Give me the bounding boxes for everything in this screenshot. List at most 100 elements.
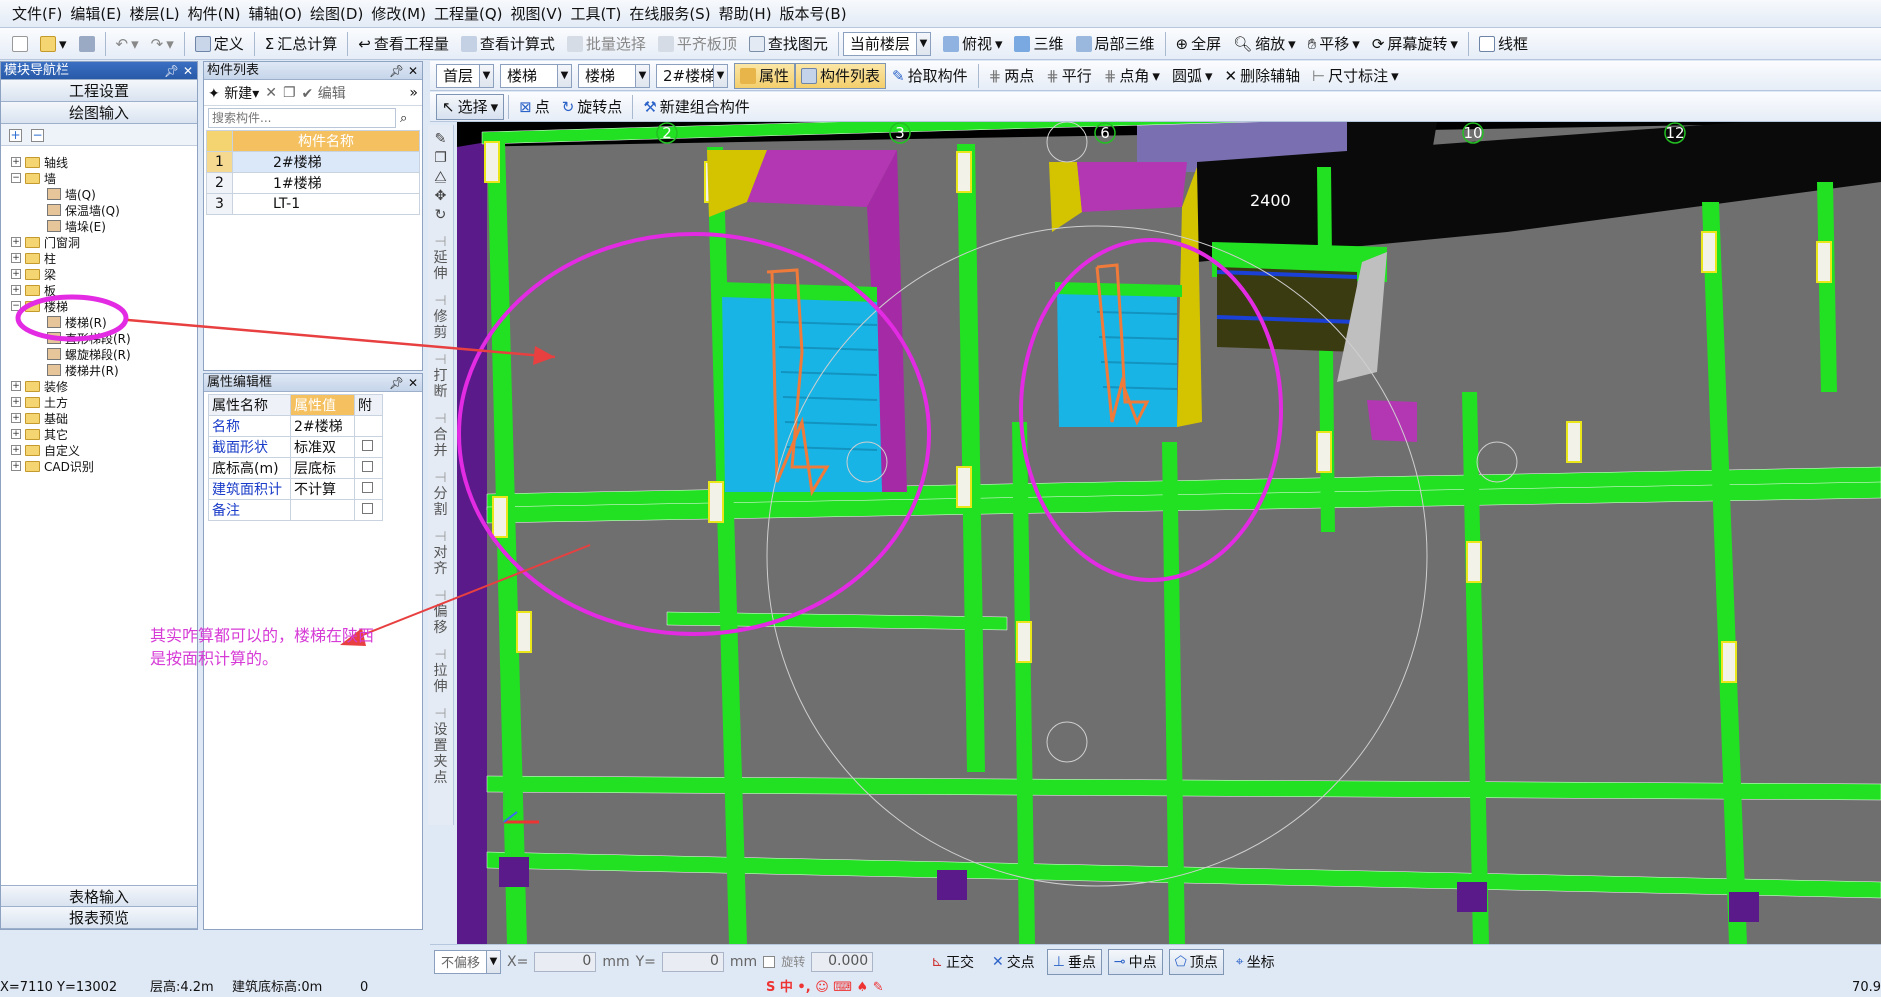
tree-item[interactable]: − 墙 [11,170,56,186]
tree-item[interactable]: + CAD识别 [11,458,94,474]
pencil-icon[interactable]: ✎ [431,131,451,147]
checkbox[interactable] [362,440,373,451]
expand-icon[interactable]: − [11,301,21,311]
view-formula-button[interactable]: 查看计算式 [455,31,561,57]
offset-mode-dropdown[interactable]: 不偏移 ▼ [434,949,502,974]
align-slab-button[interactable]: 平齐板顶 [652,31,743,57]
menu-version[interactable]: 版本号(B) [776,0,851,28]
batch-select-button[interactable]: 批量选择 [561,31,652,57]
local-3d-button[interactable]: 局部三维 [1070,31,1161,57]
x-input[interactable]: 0 [534,951,597,972]
tree-item[interactable]: + 轴线 [11,154,68,170]
menu-modify[interactable]: 修改(M) [367,0,430,28]
tree-item[interactable]: + 梁 [11,266,56,282]
find-elem-button[interactable]: 查找图元 [743,31,834,57]
prop-value[interactable]: 不计算 [290,478,355,500]
tree-item[interactable]: − 楼梯 [11,298,68,314]
expand-icon[interactable]: − [11,173,21,183]
prop-value[interactable]: 层底标 [290,457,355,479]
save-button[interactable] [73,31,101,57]
mirror-icon[interactable]: ⧋ [431,169,451,185]
modify-tool-button[interactable]: ⊣ 分割 [431,470,451,518]
prop-value[interactable] [290,499,355,521]
edit-button[interactable]: ✔ 编辑 [302,83,346,103]
expand-icon[interactable]: + [11,429,21,439]
move-icon[interactable]: ✥ [431,188,451,204]
prop-value[interactable]: 2#楼梯 [290,415,355,437]
snap-perpendicular-button[interactable]: ⊥ 垂点 [1046,948,1102,975]
tree-item[interactable]: + 基础 [11,410,68,426]
checkbox[interactable] [362,461,373,472]
snap-ortho-button[interactable]: ⊾ 正交 [925,949,980,975]
tree-item[interactable]: 直形梯段(R) [47,330,131,346]
tree-item[interactable]: 墙垛(E) [47,218,106,234]
menu-tools[interactable]: 工具(T) [566,0,625,28]
expand-icon[interactable]: + [11,413,21,423]
property-row[interactable]: 建筑面积计 不计算 [208,478,383,500]
view-qty-button[interactable]: ↩ 查看工程量 [352,31,455,57]
drawing-input-button[interactable]: 绘图输入 [1,102,197,124]
modify-tool-button[interactable]: ⊣ 对齐 [431,529,451,577]
copy-icon[interactable]: ❐ [431,150,451,166]
expand-icon[interactable]: + [11,381,21,391]
pin-close-icon[interactable]: 📌︎ ✕ [389,62,418,80]
snap-midpoint-button[interactable]: ⊸ 中点 [1107,948,1163,975]
two-point-button[interactable]: ⋕ 两点 [983,63,1041,89]
parallel-button[interactable]: ⋕ 平行 [1040,63,1098,89]
modify-tool-button[interactable]: ⊣ 合并 [431,411,451,459]
modify-tool-button[interactable]: ⊣ 偏移 [431,588,451,636]
component-dropdown[interactable]: 2#楼梯 ▼ [656,63,728,88]
tree-item[interactable]: + 其它 [11,426,68,442]
expand-icon[interactable]: + [11,445,21,455]
menu-quantity[interactable]: 工程量(Q) [430,0,507,28]
expand-icon[interactable]: + [11,237,21,247]
select-button[interactable]: ↖ 选择 ▾ [436,93,505,120]
wireframe-button[interactable]: 线框 [1473,31,1534,57]
new-file-button[interactable] [6,31,34,57]
expand-icon[interactable]: + [11,285,21,295]
point-angle-button[interactable]: ⋕ 点角 ▾ [1098,63,1166,89]
search-icon[interactable]: ⌕ [400,111,407,126]
collapse-all-icon[interactable]: − [31,129,44,142]
three-d-button[interactable]: 三维 [1008,31,1069,57]
rotate-checkbox[interactable] [763,955,776,968]
open-file-button[interactable]: ▾ [34,31,73,57]
checkbox[interactable] [362,503,373,514]
delete-icon[interactable]: ✕ [265,85,277,101]
table-row[interactable]: 1 2#楼梯 [206,151,420,173]
project-settings-button[interactable]: 工程设置 [1,80,197,102]
menu-component[interactable]: 构件(N) [184,0,245,28]
tree-item[interactable]: + 装修 [11,378,68,394]
redo-button[interactable]: ↷ ▾ [145,31,180,57]
rotate-icon[interactable]: ↻ [431,207,451,223]
type-dropdown-2[interactable]: 楼梯 ▼ [578,63,650,88]
define-button[interactable]: 定义 [189,31,250,57]
modify-tool-button[interactable]: ⊣ 拉伸 [431,647,451,695]
menu-floor[interactable]: 楼层(L) [126,0,184,28]
menu-edit[interactable]: 编辑(E) [66,0,125,28]
pin-close-icon[interactable]: 📌︎ ✕ [389,374,418,392]
pan-button[interactable]: ✋︎ 平移 ▾ [1302,31,1366,57]
property-row[interactable]: 备注 [208,499,383,521]
tree-item[interactable]: 楼梯井(R) [47,362,119,378]
tree-item[interactable]: + 土方 [11,394,68,410]
properties-toggle[interactable]: 属性 [734,62,796,89]
expand-icon[interactable]: + [11,461,21,471]
snap-intersection-button[interactable]: ✕ 交点 [986,949,1041,975]
delete-aux-button[interactable]: ✕ 删除辅轴 [1218,63,1306,89]
modify-tool-button[interactable]: ⊣ 打断 [431,352,451,400]
tree-item[interactable]: 螺旋梯段(R) [47,346,131,362]
snap-vertex-button[interactable]: ⬠ 顶点 [1168,948,1224,975]
expand-all-icon[interactable]: + [9,129,22,142]
tree-item[interactable]: 保温墙(Q) [47,202,120,218]
modify-tool-button[interactable]: ⊣ 修剪 [431,293,451,341]
table-input-button[interactable]: 表格输入 [1,885,197,907]
expand-icon[interactable]: + [11,253,21,263]
zoom-button[interactable]: 🔍︎ 缩放 ▾ [1227,31,1302,57]
top-view-button[interactable]: 俯视 ▾ [937,31,1009,57]
menu-file[interactable]: 文件(F) [8,0,66,28]
building-3d-view[interactable]: 2400 2 3 6 10 12 [457,122,1881,944]
undo-button[interactable]: ↶ ▾ [110,31,145,57]
point-button[interactable]: ⊠ 点 [513,94,556,120]
table-row[interactable]: 3 LT-1 [206,193,420,215]
